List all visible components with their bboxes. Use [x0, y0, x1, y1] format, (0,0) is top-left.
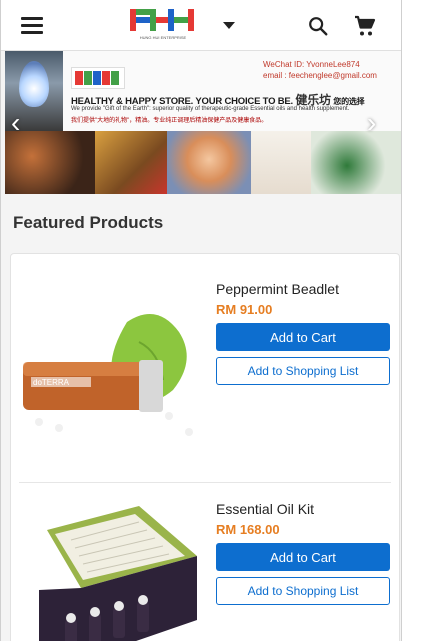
- shopping-cart-icon[interactable]: [353, 14, 377, 38]
- banner-logo: [71, 67, 125, 89]
- product-name[interactable]: Essential Oil Kit: [216, 501, 314, 517]
- oil-bottle-leaves-image: [95, 131, 167, 194]
- add-to-cart-button[interactable]: Add to Cart: [216, 323, 390, 351]
- product-price: RM 168.00: [216, 522, 280, 537]
- featured-products-card: doTERRA Peppermint Beadlet RM 91.00 Add …: [10, 253, 400, 641]
- oil-bottles-image: [5, 131, 95, 194]
- chevron-left-icon[interactable]: ‹: [11, 109, 20, 137]
- product-image[interactable]: doTERRA: [19, 282, 203, 468]
- add-to-cart-button[interactable]: Add to Cart: [216, 543, 390, 571]
- contact-email: email : feechenglee@gmail.com: [263, 71, 377, 80]
- pendant-image: [311, 131, 401, 194]
- add-to-shopping-list-button[interactable]: Add to Shopping List: [216, 577, 390, 605]
- product-divider: [19, 482, 391, 483]
- banner-headline-cn: 健乐坊: [295, 93, 331, 107]
- banner-photo-strip: [5, 131, 401, 194]
- product-image[interactable]: [19, 500, 203, 641]
- logo-text: HUNG HUI ENTERPRISE: [140, 35, 187, 40]
- chevron-right-icon[interactable]: ›: [367, 109, 376, 137]
- add-to-shopping-list-button[interactable]: Add to Shopping List: [216, 357, 390, 385]
- banner-contact: WeChat ID: YvonneLee874 email : feecheng…: [263, 59, 377, 81]
- product-name[interactable]: Peppermint Beadlet: [216, 281, 339, 297]
- banner-description-en: We provide "Gift of the Earth": superior…: [71, 106, 350, 112]
- menu-icon[interactable]: [21, 17, 43, 34]
- product-price: RM 91.00: [216, 302, 273, 317]
- banner-description-cn: 我们提供"大地的礼物"，精油。专业纯正调理后精油保健产品及健康食品。: [71, 118, 268, 124]
- banner-top: WeChat ID: YvonneLee874 email : feecheng…: [5, 51, 401, 131]
- app-frame: HUNG HUI ENTERPRISE WeChat ID: YvonneLee…: [0, 0, 402, 641]
- featured-products-title: Featured Products: [13, 213, 164, 232]
- caret-down-icon[interactable]: [223, 22, 235, 29]
- search-icon[interactable]: [307, 15, 329, 37]
- product-brand-label: doTERRA: [33, 378, 70, 387]
- brand-logo[interactable]: HUNG HUI ENTERPRISE: [128, 7, 198, 41]
- product-box-image: [251, 131, 311, 194]
- family-image: [167, 131, 251, 194]
- wechat-id: WeChat ID: YvonneLee874: [263, 60, 360, 69]
- banner-headline-cn-small: 您的选择: [333, 97, 365, 106]
- promo-banner-carousel[interactable]: WeChat ID: YvonneLee874 email : feecheng…: [5, 51, 401, 194]
- top-app-bar: HUNG HUI ENTERPRISE: [1, 0, 401, 51]
